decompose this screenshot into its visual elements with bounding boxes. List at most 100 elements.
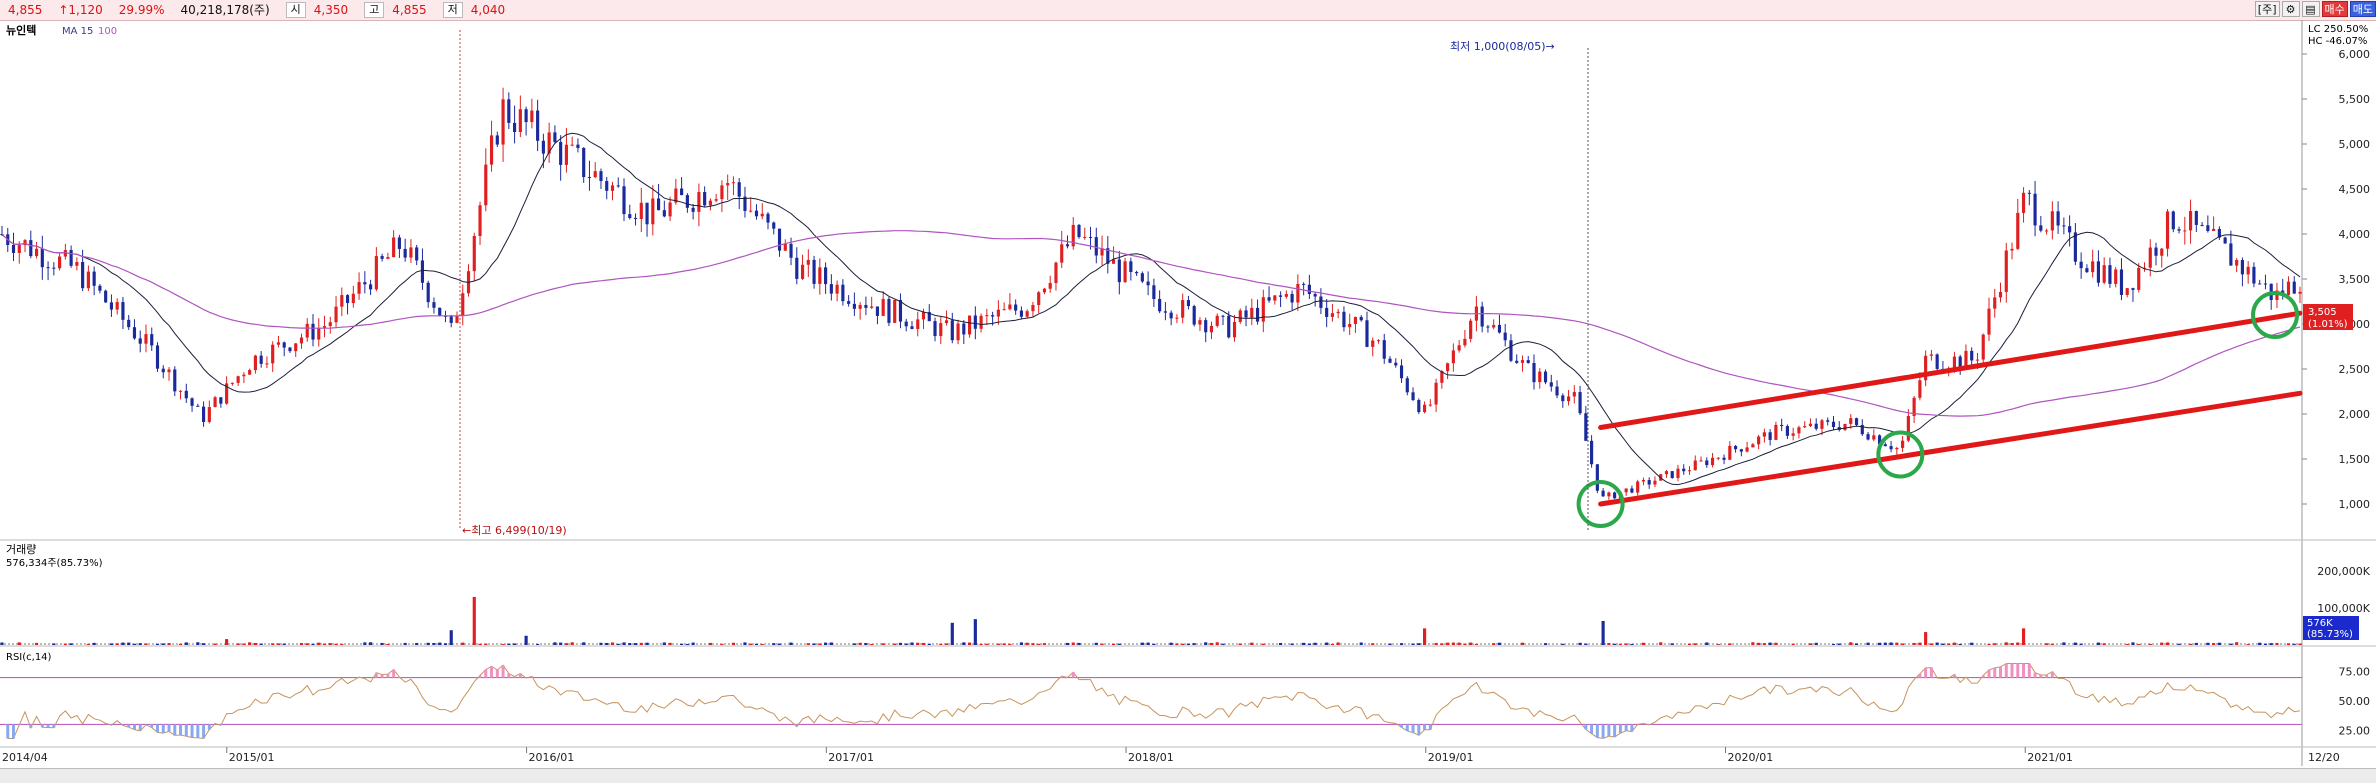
candle-body [2183, 230, 2187, 232]
candle-body [1670, 471, 1674, 478]
candle-body [576, 144, 580, 148]
volume-bar [144, 643, 148, 645]
candle-body [2292, 281, 2296, 294]
volume-bar [760, 644, 764, 645]
candle-body [2045, 230, 2049, 232]
volume-bar [1716, 644, 1720, 645]
candle-body [1509, 340, 1513, 361]
candle-body [1745, 447, 1749, 452]
candle-body [1083, 236, 1087, 238]
candle-body [334, 306, 338, 323]
candle-body [1883, 444, 1887, 447]
volume-bar [893, 643, 897, 645]
sell-button[interactable]: 매도 [2349, 1, 2376, 17]
candle-body [1566, 396, 1571, 402]
candle-body [1094, 237, 1098, 256]
candle-body [991, 315, 995, 317]
candle-body [1641, 480, 1646, 482]
candle-body [1290, 293, 1294, 303]
volume-bar [340, 643, 344, 645]
volume-bar [962, 642, 966, 645]
candle-body [489, 135, 494, 165]
candle-body [668, 202, 672, 217]
candle-body [265, 363, 269, 365]
candle-body [651, 198, 655, 225]
volume-bar [1497, 642, 1502, 645]
candle-body [2137, 267, 2141, 290]
candle-body [703, 192, 707, 206]
candle-body [760, 213, 764, 217]
candle-body [58, 256, 62, 269]
volume-bar [1117, 643, 1121, 645]
candle-body [426, 282, 430, 303]
volume-bar [132, 643, 137, 645]
candle-body [1031, 305, 1035, 312]
candle-body [1751, 444, 1755, 448]
volume-bar [754, 643, 759, 645]
period-button[interactable]: [주] [2254, 1, 2280, 17]
candle-body [1647, 480, 1651, 485]
buy-button[interactable]: 매수 [2321, 1, 2348, 17]
volume-bar [196, 642, 200, 645]
x-tick-label: 2020/01 [1728, 751, 1774, 764]
volume-bar [1204, 642, 1208, 645]
candle-body [2004, 250, 2008, 292]
candle-body [495, 135, 499, 145]
candle-body [1336, 311, 1340, 314]
volume-bar [927, 643, 931, 645]
candle-body [81, 262, 85, 289]
volume-bar [2246, 644, 2250, 645]
volume-bar [1561, 643, 1565, 645]
candle-body [1739, 449, 1743, 452]
volume-bar [680, 643, 684, 645]
volume-bar [1469, 642, 1473, 645]
candle-body [178, 390, 183, 392]
volume-bar [322, 643, 327, 645]
candle-body [132, 327, 137, 339]
scroll-bar[interactable] [0, 768, 2376, 783]
volume-bar [1302, 642, 1306, 645]
volume-bar [564, 643, 569, 645]
volume-bar [305, 643, 309, 645]
settings-icon[interactable]: ⚙ [2281, 1, 2300, 17]
candle-body [1728, 445, 1732, 460]
candle-body [432, 302, 436, 308]
low-label: 저 [442, 2, 463, 18]
candle-body [1849, 418, 1853, 424]
candle-body [328, 322, 332, 327]
candle-body [2229, 243, 2233, 266]
candle-body [1296, 283, 1300, 303]
volume-bar [2229, 643, 2233, 645]
volume-bar [610, 642, 615, 645]
volume-bar [1762, 643, 1766, 645]
volume-bar [317, 642, 321, 645]
candle-body [173, 369, 177, 392]
candle-body [1710, 457, 1715, 466]
candle-body [593, 171, 597, 178]
tool-icon[interactable]: ▤ [2301, 1, 2320, 17]
volume-bar [570, 642, 574, 645]
volume-bar [52, 643, 56, 645]
volume-bar [1209, 642, 1214, 645]
candle-body [1901, 440, 1905, 448]
candle-body [357, 282, 361, 294]
volume-bar [2021, 628, 2026, 645]
volume-summary: 576,334주(85.73%) [6, 558, 103, 569]
volume-bar [242, 643, 246, 645]
candle-body [507, 99, 511, 123]
candle-body [207, 407, 211, 422]
volume-bar [1169, 642, 1173, 645]
volume-bar [1181, 643, 1185, 645]
candle-body [1768, 432, 1772, 440]
volume-bar [184, 642, 188, 645]
candle-body [1843, 423, 1847, 430]
candle-body [322, 326, 327, 328]
volume-bar [1659, 642, 1663, 645]
candle-body [386, 257, 390, 259]
volume-bar [852, 643, 856, 645]
candle-body [1261, 297, 1265, 322]
candle-body [513, 122, 517, 132]
volume-tick-label: 100,000K [2317, 602, 2370, 615]
candle-body [979, 315, 983, 329]
volume-bar [1970, 642, 1974, 645]
